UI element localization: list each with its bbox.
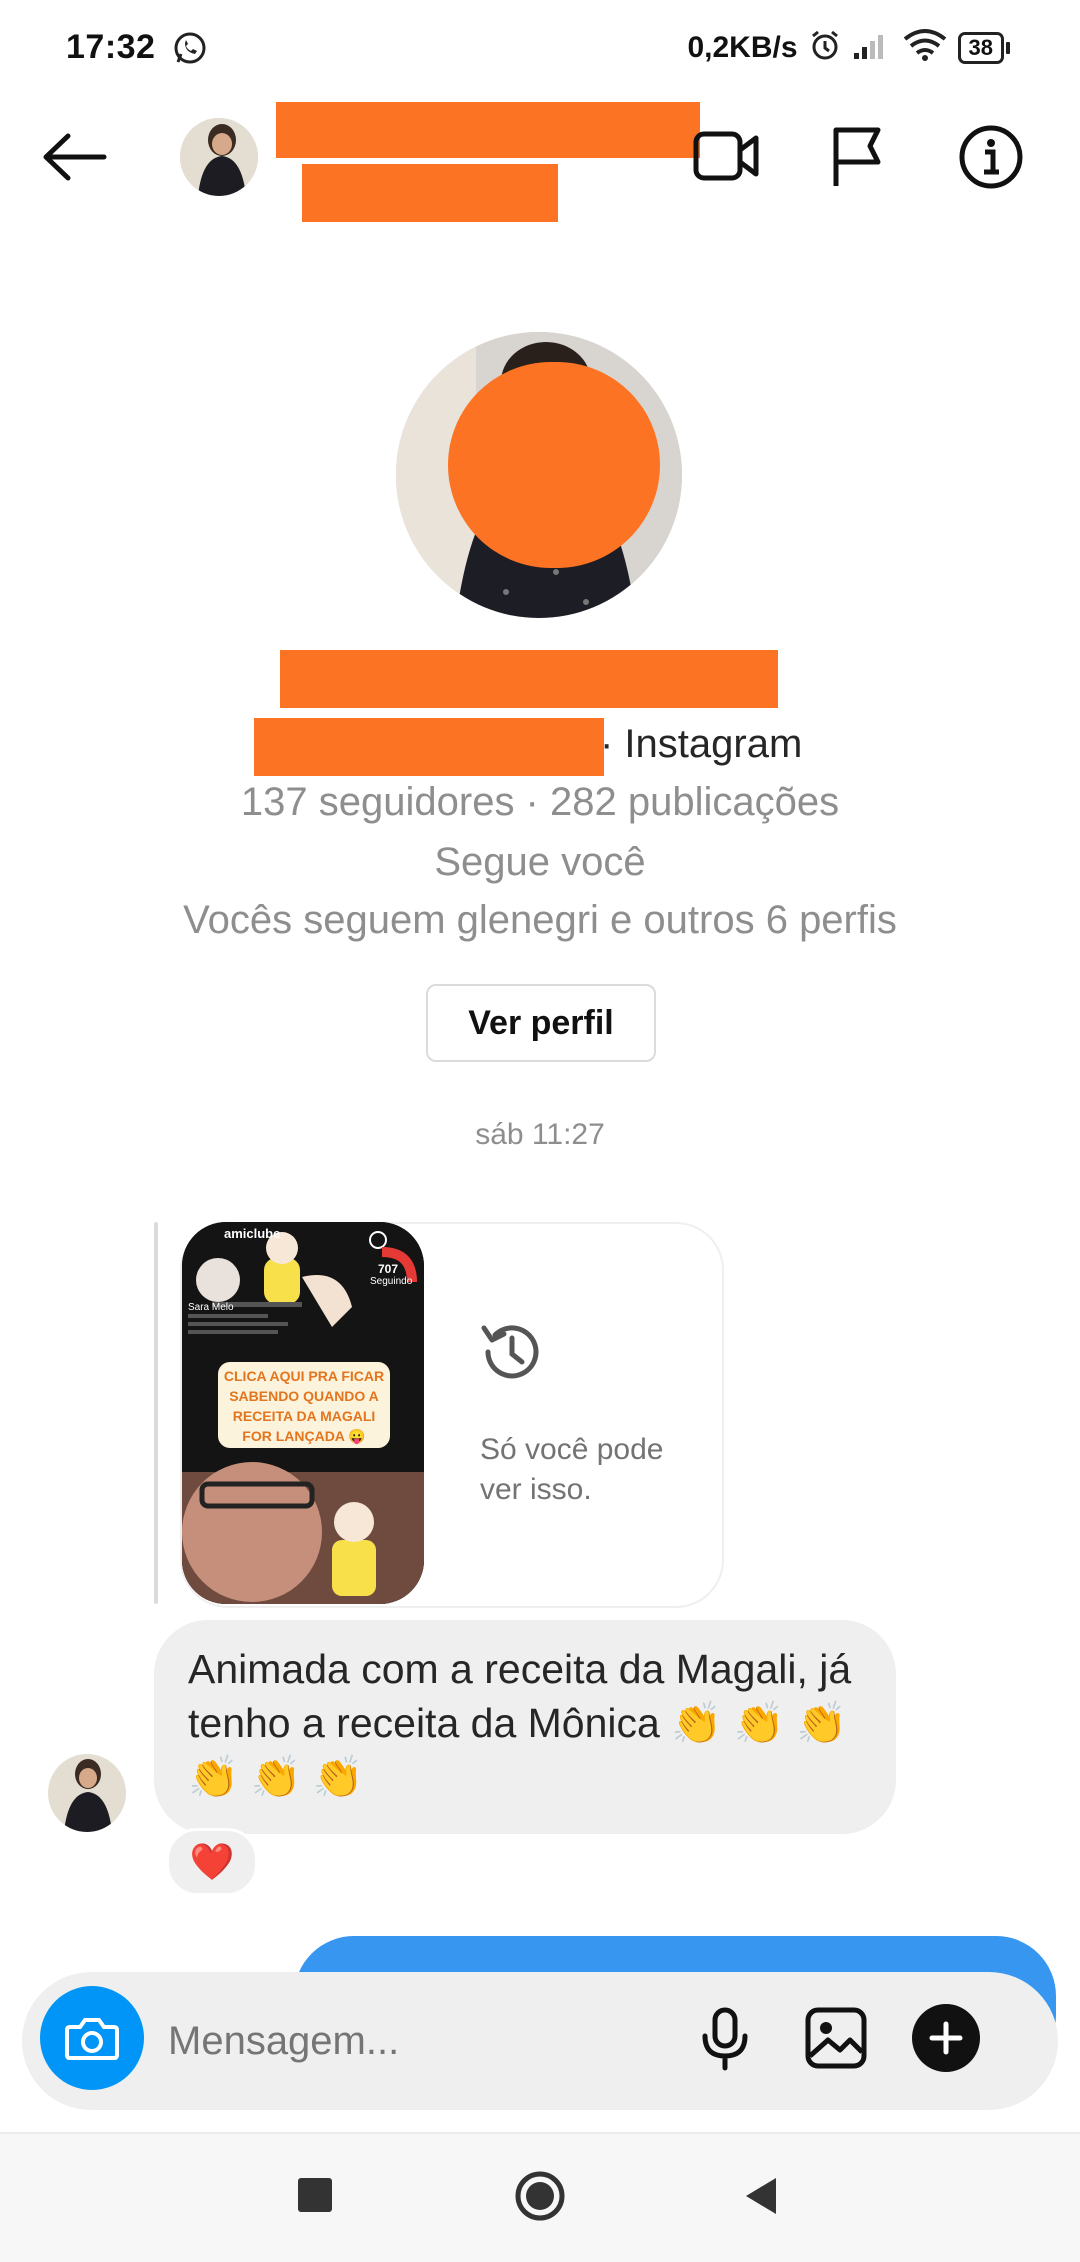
- profile-source: · Instagram: [600, 722, 803, 766]
- message-input[interactable]: [166, 2010, 670, 2072]
- chat-timestamp: sáb 11:27: [475, 1118, 605, 1151]
- whatsapp-notification-icon: [172, 30, 208, 71]
- profile-stats: 137 seguidores · 282 publicações: [240, 780, 840, 824]
- story-thumbnail[interactable]: amiclube 707 Seguindo Sara Melo CLICA AQ…: [182, 1222, 424, 1604]
- story-person-name: Sara Melo: [188, 1302, 234, 1313]
- view-profile-button[interactable]: Ver perfil: [426, 984, 656, 1062]
- received-message-text: Animada com a receita da Magali, já tenh…: [188, 1646, 852, 1800]
- microphone-icon[interactable]: [698, 2006, 752, 2077]
- story-count: 707: [378, 1262, 399, 1276]
- header-status-redaction: [302, 164, 558, 222]
- recents-button[interactable]: [298, 2178, 332, 2212]
- info-icon[interactable]: [958, 124, 1024, 190]
- sender-avatar[interactable]: [48, 1754, 126, 1832]
- battery-icon: 38: [957, 31, 1010, 64]
- profile-mutuals: Vocês seguem glenegri e outros 6 perfis: [183, 898, 897, 942]
- battery-level: 38: [957, 31, 1004, 64]
- story-cta-text: CLICA AQUI PRA FICAR SABENDO QUANDO A RE…: [223, 1368, 385, 1444]
- profile-photo-redaction: [448, 362, 660, 568]
- home-button[interactable]: [514, 2170, 566, 2227]
- camera-button[interactable]: [40, 1986, 144, 2090]
- back-button[interactable]: [740, 2174, 780, 2223]
- video-call-icon[interactable]: [692, 126, 762, 186]
- heart-reaction[interactable]: ❤️: [166, 1828, 258, 1896]
- profile-username-redaction: [254, 718, 604, 776]
- profile-photo[interactable]: [396, 332, 682, 618]
- back-arrow-icon[interactable]: [42, 132, 108, 182]
- header-avatar[interactable]: [180, 118, 258, 196]
- status-time: 17:32: [66, 28, 156, 66]
- add-button[interactable]: [912, 2004, 980, 2072]
- signal-icon: [852, 29, 892, 66]
- plus-icon: [929, 2021, 963, 2055]
- wifi-icon: [902, 28, 948, 67]
- history-icon: [478, 1318, 546, 1391]
- story-following: Seguindo: [370, 1276, 413, 1287]
- network-speed: 0,2KB/s: [687, 30, 798, 64]
- heart-reaction-emoji: ❤️: [189, 1841, 235, 1882]
- story-reply-note: Só você pode ver isso.: [480, 1433, 664, 1506]
- story-reply-indicator: [154, 1222, 158, 1604]
- header-name-redaction: [276, 102, 700, 158]
- camera-icon: [65, 2018, 119, 2060]
- flag-icon[interactable]: [830, 124, 884, 190]
- profile-name-redaction: [280, 650, 778, 708]
- story-account-name: amiclube: [224, 1226, 281, 1241]
- profile-follows-you: Segue você: [434, 840, 646, 884]
- alarm-icon: [808, 28, 842, 67]
- gallery-icon[interactable]: [804, 2006, 868, 2075]
